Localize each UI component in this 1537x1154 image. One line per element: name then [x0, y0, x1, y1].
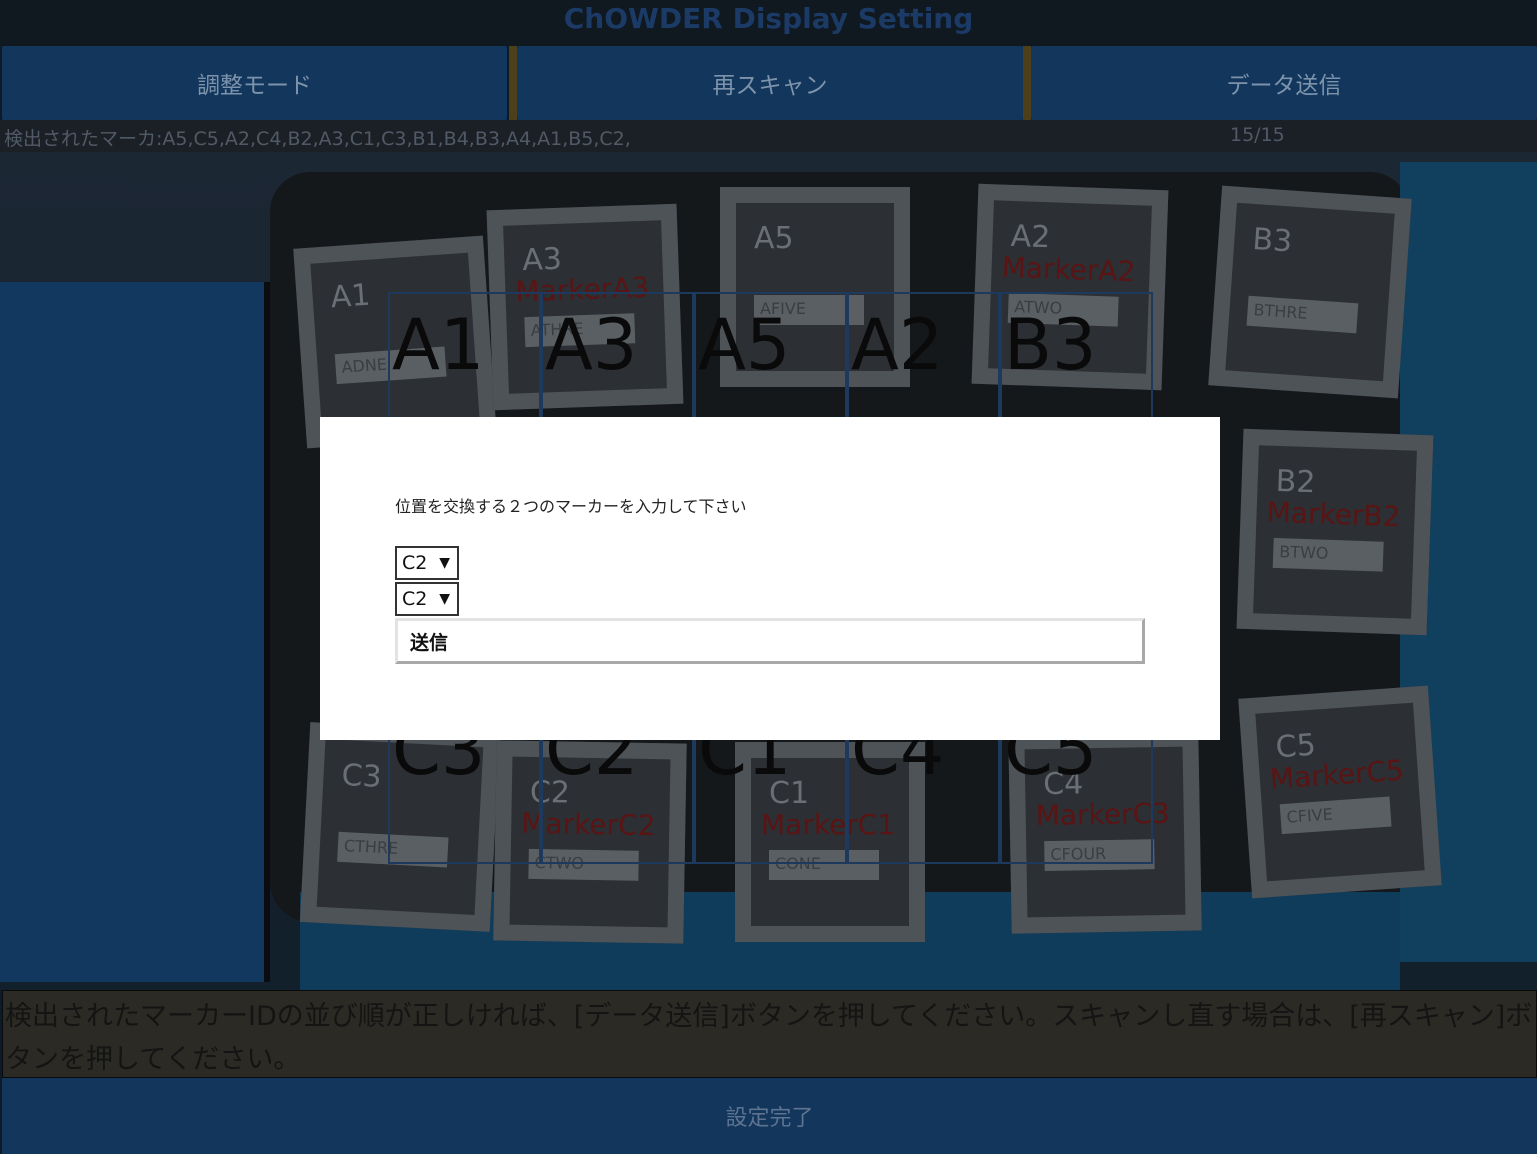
grid-label: A5 — [698, 304, 791, 386]
tab-divider — [509, 46, 517, 120]
dropdown-arrow-icon: ▼ — [439, 555, 450, 571]
instruction-text: 検出されたマーカーIDの並び順が正しければ、[データ送信]ボタンを押してください… — [5, 1001, 1533, 1075]
tile-marker-label: MarkerA2 — [1001, 250, 1136, 289]
tile-code: A3 — [521, 241, 563, 279]
tab-divider — [1023, 46, 1031, 120]
tile-marker-label: MarkerB2 — [1266, 495, 1401, 534]
detected-count: 15/15 — [1230, 124, 1285, 146]
swap-markers-dialog: 位置を交換する２つのマーカーを入力して下さい C2 ▼ C2 ▼ 送信 — [320, 417, 1220, 740]
tile-tag: BTHRE — [1246, 295, 1359, 334]
grid-label: A1 — [392, 304, 485, 386]
tile-code: A1 — [329, 277, 372, 316]
dropdown-arrow-icon: ▼ — [439, 591, 450, 607]
detected-markers-text: 検出されたマーカ:A5,C5,A2,C4,B2,A3,C1,C3,B1,B4,B… — [4, 128, 631, 150]
display-tile: B2 BTWO MarkerB2 — [1236, 428, 1434, 636]
display-tile: C5 CFIVE MarkerC5 — [1238, 685, 1442, 899]
page-title: ChOWDER Display Setting — [563, 2, 974, 35]
setup-complete-button[interactable]: 設定完了 — [2, 1078, 1537, 1154]
second-marker-value: C2 — [402, 588, 428, 610]
tile-code: B3 — [1251, 221, 1294, 260]
grid-label: B3 — [1004, 304, 1097, 386]
tile-code: B2 — [1275, 463, 1316, 501]
dialog-prompt: 位置を交換する２つのマーカーを入力して下さい — [395, 497, 747, 516]
grid-label: A2 — [851, 304, 944, 386]
tile-code: A5 — [754, 221, 794, 256]
side-monitor-image — [0, 282, 270, 982]
send-data-button[interactable]: データ送信 — [1031, 46, 1537, 120]
first-marker-value: C2 — [402, 552, 428, 574]
display-tile: B3 BTHRE — [1208, 185, 1412, 399]
tile-tag: CFIVE — [1279, 796, 1392, 835]
instruction-panel: 検出されたマーカーIDの並び順が正しければ、[データ送信]ボタンを押してください… — [2, 990, 1537, 1078]
tile-tag: BTWO — [1272, 537, 1384, 572]
adjust-mode-button[interactable]: 調整モード — [2, 46, 507, 120]
tile-code: A2 — [1010, 218, 1051, 256]
second-marker-select[interactable]: C2 ▼ — [395, 582, 459, 616]
first-marker-select[interactable]: C2 ▼ — [395, 546, 459, 580]
title-bar: ChOWDER Display Setting — [0, 0, 1537, 46]
rescan-button[interactable]: 再スキャン — [517, 46, 1023, 120]
tile-code: C3 — [340, 757, 383, 795]
app-root: ChOWDER Display Setting 調整モード 再スキャン データ送… — [0, 0, 1537, 1154]
detected-markers-bar: 検出されたマーカ:A5,C5,A2,C4,B2,A3,C1,C3,B1,B4,B… — [0, 120, 1537, 152]
submit-button[interactable]: 送信 — [395, 618, 1145, 664]
grid-label: A3 — [545, 304, 638, 386]
